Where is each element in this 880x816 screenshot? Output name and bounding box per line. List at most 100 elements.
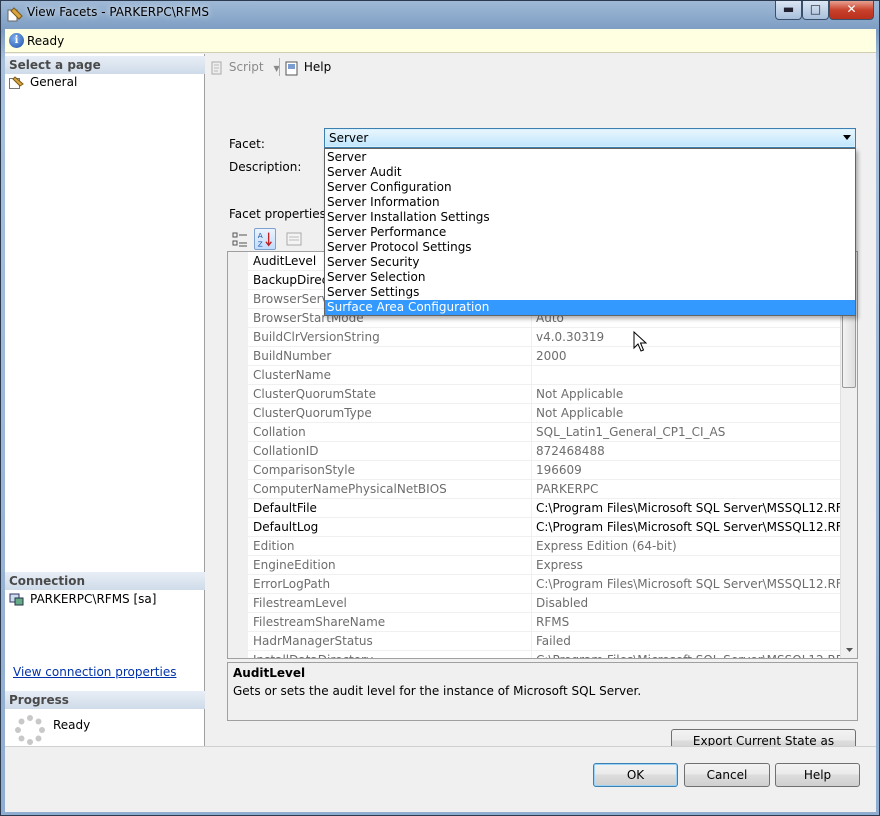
left-pane: Select a page General Connection PARKERP… — [5, 54, 205, 746]
property-row[interactable]: HadrManagerStatus Failed — [228, 632, 840, 651]
property-name: ErrorLogPath — [253, 577, 331, 591]
property-row[interactable]: BuildNumber 2000 — [228, 347, 840, 366]
connection-header: Connection — [5, 572, 205, 590]
close-button[interactable]: ✕ — [829, 1, 874, 20]
facet-select-value: Server — [329, 131, 369, 145]
select-page-header: Select a page — [5, 56, 205, 74]
property-value: RFMS — [531, 613, 840, 632]
facet-option[interactable]: Surface Area Configuration — [325, 300, 855, 315]
right-pane: Script ▼ Help Facet: Server Description:… — [206, 54, 876, 770]
minimize-button[interactable]: ▬ — [775, 1, 802, 20]
row-gutter — [228, 328, 248, 347]
property-value[interactable]: C:\Program Files\Microsoft SQL Server\MS… — [531, 518, 840, 537]
progress-spinner-icon — [15, 715, 45, 745]
property-row[interactable]: EngineEdition Express — [228, 556, 840, 575]
facet-options: Server Server Audit Server Configuration Se… — [325, 150, 855, 315]
facet-option[interactable]: Server — [325, 150, 855, 165]
view-connection-properties-link[interactable]: View connection properties — [13, 665, 176, 679]
facets-icon — [7, 7, 23, 22]
alphabetical-sort-icon[interactable]: A Z — [254, 228, 276, 250]
facet-option[interactable]: Server Installation Settings — [325, 210, 855, 225]
script-button[interactable]: Script ▼ — [209, 58, 280, 76]
scrollbar-thumb[interactable] — [842, 312, 856, 388]
mouse-cursor-icon — [633, 331, 647, 352]
property-row[interactable]: ErrorLogPath C:\Program Files\Microsoft S… — [228, 575, 840, 594]
property-row[interactable]: Collation SQL_Latin1_General_CP1_CI_AS — [228, 423, 840, 442]
property-row[interactable]: ClusterName — [228, 366, 840, 385]
facet-option[interactable]: Server Audit — [325, 165, 855, 180]
property-row[interactable]: CollationID 872468488 — [228, 442, 840, 461]
property-value: 872468488 — [531, 442, 840, 461]
property-row[interactable]: DefaultFile C:\Program Files\Microsoft SQ… — [228, 499, 840, 518]
title-bar[interactable]: View Facets - PARKERPC\RFMS ▬ □ ✕ — [1, 1, 879, 28]
row-gutter — [228, 480, 248, 499]
property-name: DefaultFile — [253, 501, 317, 515]
help-button[interactable]: Help — [775, 763, 860, 787]
property-value: v4.0.30319 — [531, 328, 840, 347]
property-row[interactable]: FilestreamShareName RFMS — [228, 613, 840, 632]
property-row[interactable]: ComputerNamePhysicalNetBIOS PARKERPC — [228, 480, 840, 499]
property-value: PARKERPC — [531, 480, 840, 499]
script-icon — [211, 61, 222, 74]
progress-header: Progress — [5, 691, 205, 709]
property-row[interactable]: DefaultLog C:\Program Files\Microsoft SQL… — [228, 518, 840, 537]
row-gutter — [228, 461, 248, 480]
property-name: Collation — [253, 425, 306, 439]
toolbar-separator — [279, 58, 280, 76]
property-value: Not Applicable — [531, 385, 840, 404]
description-text: Gets or sets the audit level for the ins… — [233, 684, 642, 698]
property-name: DefaultLog — [253, 520, 319, 534]
row-gutter — [228, 442, 248, 461]
facet-dropdown-list[interactable]: Server Server Audit Server Configuration Se… — [324, 148, 856, 316]
row-gutter — [228, 423, 248, 442]
property-pages-icon[interactable] — [283, 228, 305, 250]
view-facets-window: View Facets - PARKERPC\RFMS ▬ □ ✕ i Read… — [0, 0, 880, 816]
property-value: Express — [531, 556, 840, 575]
facet-option[interactable]: Server Security — [325, 255, 855, 270]
property-value: Failed — [531, 632, 840, 651]
property-row[interactable]: BuildClrVersionString v4.0.30319 — [228, 328, 840, 347]
cancel-button[interactable]: Cancel — [684, 763, 770, 787]
facet-select[interactable]: Server — [324, 128, 856, 148]
row-gutter — [228, 499, 248, 518]
row-gutter — [228, 309, 248, 328]
facet-option[interactable]: Server Selection — [325, 270, 855, 285]
connection-item: PARKERPC\RFMS [sa] — [9, 592, 156, 606]
page-item-general[interactable]: General — [9, 75, 77, 91]
property-row[interactable]: ClusterQuorumType Not Applicable — [228, 404, 840, 423]
dropdown-arrow-icon — [843, 135, 851, 140]
property-row[interactable]: InstallDataDirectoryC:\Program Files\Mic… — [228, 651, 840, 658]
property-name: FilestreamLevel — [253, 596, 347, 610]
property-value: Express Edition (64-bit) — [531, 537, 840, 556]
status-bar: i Ready — [5, 29, 876, 53]
row-gutter — [228, 271, 248, 290]
property-row[interactable]: ComparisonStyle 196609 — [228, 461, 840, 480]
facet-option[interactable]: Server Performance — [325, 225, 855, 240]
svg-text:Z: Z — [258, 239, 263, 248]
property-name: FilestreamShareName — [253, 615, 386, 629]
property-row[interactable]: ClusterQuorumState Not Applicable — [228, 385, 840, 404]
property-name: BuildClrVersionString — [253, 330, 380, 344]
scroll-down-icon[interactable] — [841, 641, 858, 658]
property-row[interactable]: Edition Express Edition (64-bit) — [228, 537, 840, 556]
row-gutter — [228, 594, 248, 613]
property-value[interactable]: C:\Program Files\Microsoft SQL Server\MS… — [531, 499, 840, 518]
facet-option[interactable]: Server Protocol Settings — [325, 240, 855, 255]
maximize-button[interactable]: □ — [802, 1, 829, 20]
property-name: ClusterName — [253, 368, 331, 382]
help-book-icon — [285, 61, 298, 75]
property-row[interactable]: FilestreamLevel Disabled — [228, 594, 840, 613]
facet-option[interactable]: Server Information — [325, 195, 855, 210]
script-label: Script — [228, 60, 264, 74]
dialog-footer: OK Cancel Help — [5, 746, 876, 812]
ok-button[interactable]: OK — [593, 763, 678, 787]
help-toolbar-button[interactable]: Help — [284, 58, 331, 76]
description-label: Description: — [229, 160, 302, 174]
window-title: View Facets - PARKERPC\RFMS — [27, 5, 210, 19]
facet-option[interactable]: Server Settings — [325, 285, 855, 300]
property-name: ClusterQuorumState — [253, 387, 376, 401]
property-value: 196609 — [531, 461, 840, 480]
facet-option[interactable]: Server Configuration — [325, 180, 855, 195]
categorized-icon[interactable] — [229, 228, 251, 250]
row-gutter — [228, 518, 248, 537]
